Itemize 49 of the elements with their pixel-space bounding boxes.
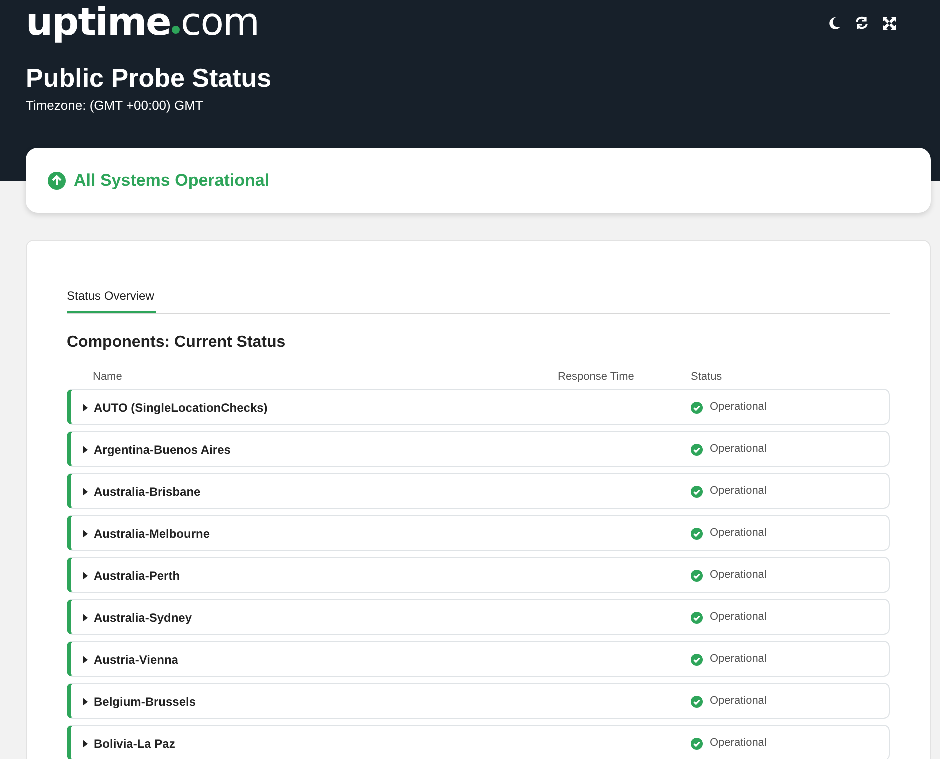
component-row[interactable]: Argentina-Buenos Aires Operational: [67, 430, 890, 466]
component-name: Australia-Melbourne: [94, 526, 210, 542]
page-title: Public Probe Status: [26, 62, 273, 94]
check-circle-icon: [691, 654, 703, 666]
section-heading: Components: Current Status: [67, 333, 287, 353]
component-row[interactable]: AUTO (SingleLocationChecks) Operational: [67, 388, 890, 424]
component-row[interactable]: Australia-Melbourne Operational: [67, 514, 890, 550]
status-text: Operational: [710, 484, 767, 500]
component-row[interactable]: Austria-Vienna Operational: [67, 640, 890, 676]
check-circle-icon: [691, 528, 703, 540]
component-name: Australia-Brisbane: [94, 484, 201, 500]
component-name: Belgium-Brussels: [94, 694, 196, 710]
refresh-icon[interactable]: [855, 16, 869, 30]
component-row[interactable]: Australia-Brisbane Operational: [67, 472, 890, 508]
component-name: Bolivia-La Paz: [94, 736, 176, 752]
component-row[interactable]: Australia-Perth Operational: [67, 556, 890, 592]
component-row[interactable]: Bolivia-La Paz Operational: [67, 724, 890, 759]
component-row[interactable]: Belgium-Brussels Operational: [67, 682, 890, 718]
tab[interactable]: Status Overview: [67, 287, 156, 313]
check-circle-icon: [691, 444, 703, 456]
check-circle-icon: [691, 570, 703, 582]
column-header: Status: [691, 370, 722, 385]
check-circle-icon: [691, 738, 703, 750]
status-text: Operational: [710, 442, 767, 458]
up-arrow-circle-icon: [48, 172, 66, 190]
status-text: Operational: [710, 610, 767, 626]
status-text: Operational: [710, 568, 767, 584]
logo[interactable]: uptime com: [26, 2, 259, 42]
component-row[interactable]: Australia-Sydney Operational: [67, 598, 890, 634]
timezone-text: Timezone: (GMT +00:00) GMT: [26, 97, 204, 115]
status-text: Operational: [710, 694, 767, 710]
fullscreen-icon[interactable]: [883, 16, 896, 30]
component-name: Argentina-Buenos Aires: [94, 442, 231, 458]
check-circle-icon: [691, 696, 703, 708]
column-header: Response Time: [558, 370, 636, 385]
status-text: Operational: [710, 736, 767, 752]
summary-text: All Systems Operational: [74, 170, 270, 192]
component-name: Australia-Perth: [94, 568, 180, 584]
column-header: Name: [93, 370, 124, 385]
status-text: Operational: [710, 400, 767, 416]
check-circle-icon: [691, 486, 703, 498]
check-circle-icon: [691, 612, 703, 624]
check-circle-icon: [691, 402, 703, 414]
status-text: Operational: [710, 526, 767, 542]
component-name: Austria-Vienna: [94, 652, 178, 668]
moon-icon[interactable]: [829, 16, 841, 30]
component-name: AUTO (SingleLocationChecks): [94, 400, 268, 416]
status-text: Operational: [710, 652, 767, 668]
component-name: Australia-Sydney: [94, 610, 192, 626]
